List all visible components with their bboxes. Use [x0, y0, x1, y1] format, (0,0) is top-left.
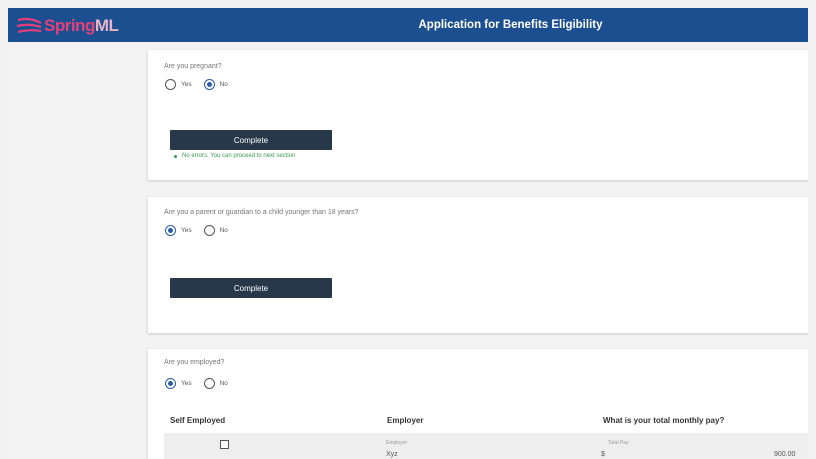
guardian-section: Are you a parent or guardian to a child … [148, 197, 808, 333]
guardian-no-label[interactable]: No [220, 227, 228, 234]
pregnant-yes-label[interactable]: Yes [181, 81, 192, 88]
pay-currency-prefix: $ [601, 451, 605, 458]
pregnant-success-message: No errors. You can proceed to next secti… [174, 153, 295, 159]
guardian-yes-label[interactable]: Yes [181, 227, 192, 234]
pregnant-no-radio[interactable] [203, 79, 215, 90]
employed-section: Are you employed? Yes No Self Employed E… [148, 349, 808, 459]
success-text: No errors. You can proceed to next secti… [182, 153, 296, 159]
pregnant-complete-button[interactable]: Complete [170, 130, 332, 150]
column-header-self-employed: Self Employed [170, 416, 226, 425]
guardian-no-radio[interactable] [203, 225, 215, 236]
page-title: Application for Benefits Eligibility [418, 19, 603, 31]
column-header-monthly-pay: What is your total monthly pay? [603, 416, 725, 425]
pregnant-question: Are you pregnant? [164, 63, 222, 70]
employed-yes-label[interactable]: Yes [181, 380, 192, 387]
employed-yes-radio[interactable] [165, 378, 176, 389]
bullet-icon [174, 154, 177, 158]
guardian-yes-radio[interactable] [165, 225, 176, 236]
pay-field-label: Total Pay [608, 440, 629, 446]
app-frame: SpringML Application for Benefits Eligib… [8, 8, 808, 459]
employed-question: Are you employed? [164, 359, 225, 366]
table-row: Employer Xyz Total Pay $ 900.00 [164, 433, 808, 459]
guardian-question: Are you a parent or guardian to a child … [164, 209, 359, 216]
employed-no-radio[interactable] [203, 378, 215, 389]
self-employed-checkbox[interactable] [220, 440, 229, 449]
pay-input[interactable]: 900.00 [774, 451, 795, 458]
employer-input[interactable]: Xyz [386, 451, 398, 458]
employed-radio-group: Yes No [165, 378, 240, 389]
pregnant-no-label[interactable]: No [220, 81, 228, 88]
employer-field-label: Employer [386, 440, 408, 446]
pregnant-yes-radio[interactable] [165, 79, 176, 90]
guardian-complete-button[interactable]: Complete [170, 278, 332, 298]
employed-no-label[interactable]: No [220, 380, 228, 387]
pregnant-radio-group: Yes No [165, 79, 240, 90]
column-header-employer: Employer [387, 416, 424, 425]
guardian-radio-group: Yes No [165, 225, 240, 236]
pregnant-section: Are you pregnant? Yes No Complete No err… [148, 50, 808, 180]
app-header: SpringML Application for Benefits Eligib… [8, 8, 808, 42]
